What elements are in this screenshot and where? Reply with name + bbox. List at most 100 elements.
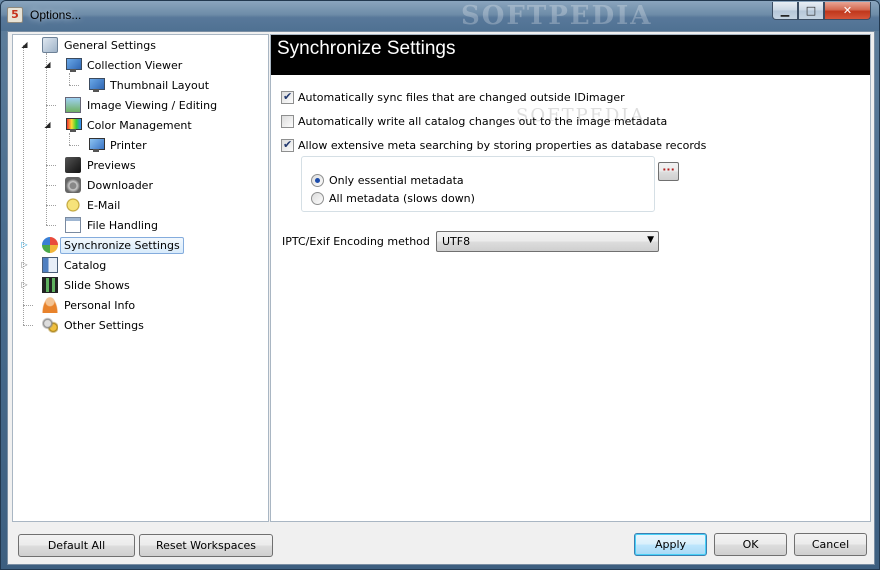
- radio-label: Only essential metadata: [329, 173, 464, 187]
- app-icon: 5: [7, 7, 23, 23]
- ok-button[interactable]: OK: [714, 533, 787, 556]
- expander-synchronize-settings[interactable]: ▷: [20, 240, 29, 249]
- tree-line: [69, 133, 70, 145]
- settings-panel: Synchronize Settings SOFTPEDIA Automatic…: [270, 34, 871, 522]
- monitor-icon: [65, 57, 82, 73]
- checkbox-label: Automatically sync files that are change…: [298, 90, 625, 104]
- watermark-text: SOFTPEDIA: [461, 1, 653, 31]
- expander-collection-viewer[interactable]: ◢: [43, 60, 52, 69]
- minimize-button[interactable]: ▁: [772, 2, 798, 20]
- previews-icon: [65, 157, 81, 173]
- encoding-label: IPTC/Exif Encoding method: [282, 235, 430, 248]
- expander-general-settings[interactable]: ◢: [20, 40, 29, 49]
- tree-item-label: Slide Shows: [64, 278, 130, 292]
- tree-item-general-settings[interactable]: General Settings: [42, 36, 156, 54]
- options-window: 5 Options... SOFTPEDIA ▁ □ ✕ ◢ ◢ ◢ ▷ ▷ ▷…: [0, 0, 880, 570]
- panel-header: Synchronize Settings: [271, 35, 870, 75]
- tree-item-slide-shows[interactable]: Slide Shows: [42, 276, 130, 294]
- meta-search-checkbox[interactable]: [281, 138, 294, 152]
- tree-item-printer[interactable]: Printer: [88, 136, 147, 154]
- encoding-select[interactable]: UTF8 ▼: [436, 231, 659, 252]
- sync-outside-checkbox-row[interactable]: Automatically sync files that are change…: [281, 89, 625, 105]
- tree-line: [23, 325, 33, 326]
- reset-workspaces-button[interactable]: Reset Workspaces: [139, 534, 273, 557]
- tree-item-color-management[interactable]: Color Management: [65, 116, 192, 134]
- tree-item-label: Downloader: [87, 178, 153, 192]
- meta-search-checkbox-row[interactable]: Allow extensive meta searching by storin…: [281, 137, 706, 153]
- file-icon: [65, 217, 81, 233]
- tools-icon: [42, 317, 58, 333]
- tree-item-label: E-Mail: [87, 198, 121, 212]
- dialog-client: ◢ ◢ ◢ ▷ ▷ ▷ General Settings Collection …: [7, 31, 875, 565]
- settings-tree[interactable]: ◢ ◢ ◢ ▷ ▷ ▷ General Settings Collection …: [12, 34, 269, 522]
- tree-item-catalog[interactable]: Catalog: [42, 256, 106, 274]
- default-all-button[interactable]: Default All: [18, 534, 135, 557]
- tree-item-label: File Handling: [87, 218, 158, 232]
- chevron-down-icon: ▼: [647, 235, 654, 245]
- all-metadata-radio[interactable]: [311, 191, 324, 205]
- tree-line: [46, 185, 56, 186]
- apply-button[interactable]: Apply: [634, 533, 707, 556]
- write-metadata-checkbox-row[interactable]: Automatically write all catalog changes …: [281, 113, 667, 129]
- tree-item-label: General Settings: [64, 38, 156, 52]
- printer-icon: [88, 137, 105, 153]
- tree-item-label: Color Management: [87, 118, 192, 132]
- tree-item-personal-info[interactable]: Personal Info: [42, 296, 135, 314]
- tree-item-downloader[interactable]: Downloader: [65, 176, 153, 194]
- tree-item-label: Printer: [110, 138, 147, 152]
- tree-line: [46, 165, 56, 166]
- tree-line: [46, 225, 56, 226]
- tree-item-label: Synchronize Settings: [60, 236, 184, 254]
- tree-line: [69, 85, 79, 86]
- tree-item-label: Thumbnail Layout: [110, 78, 210, 92]
- tree-line: [23, 305, 33, 306]
- maximize-button[interactable]: □: [798, 2, 824, 20]
- tree-item-label: Previews: [87, 158, 136, 172]
- camera-icon: [65, 177, 81, 193]
- person-icon: [42, 297, 58, 313]
- tree-item-label: Other Settings: [64, 318, 144, 332]
- cancel-button[interactable]: Cancel: [794, 533, 867, 556]
- tree-item-thumbnail-layout[interactable]: Thumbnail Layout: [88, 76, 209, 94]
- title-bar[interactable]: 5 Options... SOFTPEDIA ▁ □ ✕: [1, 1, 879, 31]
- all-metadata-radio-row[interactable]: All metadata (slows down): [311, 190, 475, 206]
- essential-metadata-radio-row[interactable]: Only essential metadata: [311, 172, 464, 188]
- expander-catalog[interactable]: ▷: [20, 260, 29, 269]
- expander-slide-shows[interactable]: ▷: [20, 280, 29, 289]
- monitor-icon: [88, 77, 105, 93]
- write-metadata-checkbox[interactable]: [281, 114, 294, 128]
- tree-item-previews[interactable]: Previews: [65, 156, 136, 174]
- window-title: Options...: [30, 8, 82, 22]
- sync-icon: [42, 237, 58, 253]
- tree-item-collection-viewer[interactable]: Collection Viewer: [65, 56, 182, 74]
- metadata-options-button[interactable]: ···: [658, 162, 679, 181]
- expander-color-management[interactable]: ◢: [43, 120, 52, 129]
- close-button[interactable]: ✕: [824, 2, 871, 20]
- tree-line: [46, 205, 56, 206]
- tree-line: [46, 105, 56, 106]
- tree-item-label: Personal Info: [64, 298, 136, 312]
- sync-outside-checkbox[interactable]: [281, 90, 294, 104]
- checkbox-label: Automatically write all catalog changes …: [298, 114, 668, 128]
- tree-item-email[interactable]: E-Mail: [65, 196, 120, 214]
- essential-metadata-radio[interactable]: [311, 173, 324, 187]
- color-monitor-icon: [65, 117, 82, 133]
- checkbox-label: Allow extensive meta searching by storin…: [298, 138, 707, 152]
- email-icon: [65, 197, 81, 213]
- tree-item-label: Collection Viewer: [87, 58, 183, 72]
- tree-line: [69, 145, 79, 146]
- panel-title: Synchronize Settings: [277, 38, 456, 59]
- tree-line: [69, 73, 70, 85]
- tree-item-label: Catalog: [64, 258, 107, 272]
- tree-line: [46, 53, 47, 225]
- tree-item-synchronize-settings[interactable]: Synchronize Settings: [42, 236, 184, 254]
- tree-item-image-viewing-editing[interactable]: Image Viewing / Editing: [65, 96, 217, 114]
- metadata-options-group: Only essential metadata All metadata (sl…: [301, 156, 655, 212]
- radio-label: All metadata (slows down): [329, 191, 475, 205]
- catalog-icon: [42, 257, 58, 273]
- tree-item-file-handling[interactable]: File Handling: [65, 216, 158, 234]
- film-icon: [42, 277, 58, 293]
- tree-item-other-settings[interactable]: Other Settings: [42, 316, 144, 334]
- encoding-select-value: UTF8: [442, 235, 471, 248]
- gear-icon: [42, 37, 58, 53]
